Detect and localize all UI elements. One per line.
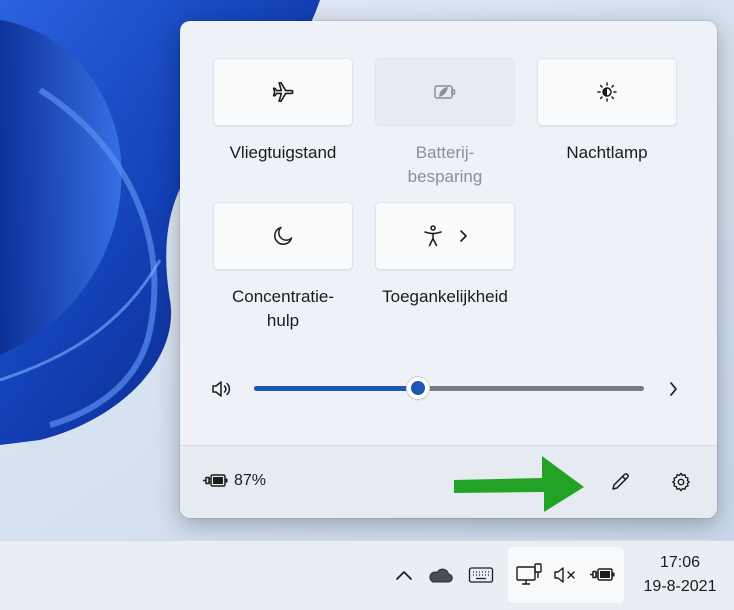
gear-icon[interactable] <box>668 469 694 495</box>
system-tray-status-group[interactable] <box>508 547 624 603</box>
speaker-icon[interactable] <box>210 377 234 401</box>
battery-saver-label: Batterij- besparing <box>407 143 483 186</box>
clock-date: 19-8-2021 <box>643 578 717 595</box>
quick-settings-panel: Vliegtuigstand Batterij- besparing Nacht… <box>180 21 717 518</box>
chevron-right-icon <box>458 228 468 244</box>
volume-slider-fill <box>254 386 418 391</box>
volume-slider[interactable] <box>254 377 644 399</box>
pencil-icon[interactable] <box>607 469 633 495</box>
airplane-icon <box>270 79 296 105</box>
battery-saver-icon <box>431 81 459 103</box>
night-light-toggle[interactable] <box>537 58 677 126</box>
accessibility-label: Toegankelijkheid <box>382 287 508 306</box>
volume-muted-icon <box>552 561 580 589</box>
battery-saver-toggle[interactable] <box>375 58 515 126</box>
battery-charging-icon <box>588 561 618 589</box>
chevron-up-icon[interactable] <box>392 563 416 587</box>
focus-assist-label: Concentratie- hulp <box>231 287 335 330</box>
airplane-mode-toggle[interactable] <box>213 58 353 126</box>
taskbar: 17:06 19-8-2021 <box>0 540 734 610</box>
moon-icon <box>271 224 295 248</box>
accessibility-icon <box>422 224 444 248</box>
battery-charging-icon[interactable] <box>202 470 230 492</box>
keyboard-icon[interactable] <box>467 563 495 587</box>
volume-row <box>210 373 688 403</box>
quick-settings-footer: 87% <box>180 445 717 518</box>
clock-time: 17:06 <box>659 554 701 571</box>
audio-output-chevron-icon[interactable] <box>662 378 684 400</box>
network-icon <box>514 561 544 589</box>
battery-percentage: 87% <box>234 472 267 489</box>
onedrive-cloud-icon[interactable] <box>426 563 454 587</box>
focus-assist-toggle[interactable] <box>213 202 353 270</box>
green-arrow-annotation <box>454 456 584 512</box>
airplane-mode-label: Vliegtuigstand <box>229 143 337 162</box>
night-light-label: Nachtlamp <box>566 143 648 162</box>
accessibility-button[interactable] <box>375 202 515 270</box>
brightness-icon <box>595 80 619 104</box>
volume-slider-thumb[interactable] <box>406 377 429 399</box>
taskbar-clock[interactable]: 17:06 19-8-2021 <box>630 551 730 599</box>
